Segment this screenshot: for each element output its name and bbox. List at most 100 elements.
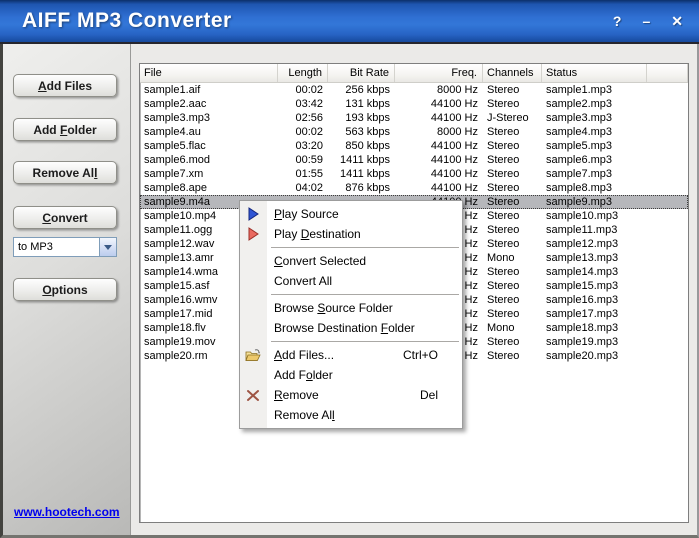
cell-file: sample7.xm <box>144 168 204 180</box>
minimize-icon[interactable]: – <box>642 14 650 28</box>
main-panel: File Length Bit Rate Freq. Channels Status sa… <box>131 44 697 535</box>
column-header-channels[interactable]: Channels <box>483 64 542 82</box>
menu-item-shortcut: Del <box>419 388 438 402</box>
cell-freq: 8000 Hz <box>437 84 478 96</box>
window-title: AIFF MP3 Converter <box>22 9 232 32</box>
menu-item-add-folder[interactable]: Add Folder <box>240 365 462 385</box>
cell-length: 01:55 <box>295 168 323 180</box>
play-destination-icon <box>245 226 261 242</box>
cell-length: 02:56 <box>295 112 323 124</box>
cell-bitrate: 850 kbps <box>345 140 390 152</box>
cell-channels: Mono <box>487 322 515 334</box>
cell-filler <box>647 321 688 335</box>
cell-channels: Stereo <box>487 308 520 320</box>
table-row[interactable]: sample8.ape 04:02 876 kbps 44100 Hz Stereo sa… <box>140 181 688 195</box>
cell-channels: Stereo <box>487 126 520 138</box>
column-header-status[interactable]: Status <box>542 64 647 82</box>
table-row[interactable]: sample2.aac 03:42 131 kbps 44100 Hz Stereo sa… <box>140 97 688 111</box>
window-controls: ? – ✕ <box>613 14 683 28</box>
cell-status: sample17.mp3 <box>546 308 619 320</box>
cell-status: sample10.mp3 <box>546 210 619 222</box>
cell-filler <box>647 195 688 209</box>
cell-channels: J-Stereo <box>487 112 529 124</box>
cell-file: sample6.mod <box>144 154 211 166</box>
menu-item-label: Play Source <box>274 207 339 221</box>
column-header-bit-rate[interactable]: Bit Rate <box>328 64 395 82</box>
cell-file: sample3.mp3 <box>144 112 211 124</box>
cell-filler <box>647 83 688 97</box>
menu-item-play-source[interactable]: Play Source <box>240 204 462 224</box>
table-row[interactable]: sample6.mod 00:59 1411 kbps 44100 Hz Stereo s… <box>140 153 688 167</box>
window-body: www.hootech.com Add Files Add Folder Remov… <box>0 44 699 538</box>
menu-item-play-destination[interactable]: Play Destination <box>240 224 462 244</box>
cell-freq: 44100 Hz <box>430 182 478 194</box>
menu-item-label: Convert All <box>274 274 333 288</box>
cell-length: 04:02 <box>295 182 323 194</box>
column-header-freq[interactable]: Freq. <box>395 64 483 82</box>
cell-freq: 44100 Hz <box>430 140 478 152</box>
cell-status: sample13.mp3 <box>546 252 619 264</box>
cell-freq: 44100 Hz <box>430 98 478 110</box>
cell-channels: Stereo <box>487 168 520 180</box>
cell-status: sample8.mp3 <box>546 182 613 194</box>
cell-length: 00:59 <box>295 154 323 166</box>
cell-status: sample20.mp3 <box>546 350 619 362</box>
menu-item-browse-destination-folder[interactable]: Browse Destination Folder <box>240 318 462 338</box>
add-files-button[interactable]: Add Files <box>13 74 117 97</box>
cell-status: sample6.mp3 <box>546 154 613 166</box>
menu-item-add-files[interactable]: Add Files... Ctrl+O <box>240 345 462 365</box>
menu-item-remove[interactable]: Remove Del <box>240 385 462 405</box>
help-icon[interactable]: ? <box>613 14 622 28</box>
cell-freq: 44100 Hz <box>430 154 478 166</box>
cell-channels: Stereo <box>487 294 520 306</box>
table-row[interactable]: sample3.mp3 02:56 193 kbps 44100 Hz J-Stereo… <box>140 111 688 125</box>
column-header-length[interactable]: Length <box>278 64 328 82</box>
cell-channels: Stereo <box>487 98 520 110</box>
cell-filler <box>647 265 688 279</box>
cell-bitrate: 876 kbps <box>345 182 390 194</box>
table-row[interactable]: sample7.xm 01:55 1411 kbps 44100 Hz Stereo sa… <box>140 167 688 181</box>
add-files-icon <box>245 347 261 363</box>
cell-channels: Stereo <box>487 266 520 278</box>
convert-button[interactable]: Convert <box>13 206 117 229</box>
cell-status: sample4.mp3 <box>546 126 613 138</box>
add-folder-button[interactable]: Add Folder <box>13 118 117 141</box>
menu-item-remove-all[interactable]: Remove All <box>240 405 462 425</box>
column-header-filler <box>647 64 688 82</box>
menu-separator <box>240 291 462 298</box>
menu-item-browse-source-folder[interactable]: Browse Source Folder <box>240 298 462 318</box>
cell-status: sample11.mp3 <box>546 224 618 236</box>
cell-channels: Stereo <box>487 224 520 236</box>
cell-length: 03:20 <box>295 140 323 152</box>
output-format-select[interactable]: to MP3 <box>13 237 117 257</box>
cell-channels: Stereo <box>487 84 520 96</box>
remove-all-button[interactable]: Remove All <box>13 161 117 184</box>
cell-filler <box>647 153 688 167</box>
table-row[interactable]: sample4.au 00:02 563 kbps 8000 Hz Stereo samp… <box>140 125 688 139</box>
table-row[interactable]: sample1.aif 00:02 256 kbps 8000 Hz Stereo sam… <box>140 83 688 97</box>
website-link[interactable]: www.hootech.com <box>14 505 120 519</box>
cell-status: sample12.mp3 <box>546 238 619 250</box>
column-header-file[interactable]: File <box>140 64 278 82</box>
cell-file: sample4.au <box>144 126 201 138</box>
cell-length: 03:42 <box>295 98 323 110</box>
cell-status: sample3.mp3 <box>546 112 613 124</box>
cell-bitrate: 563 kbps <box>345 126 390 138</box>
table-row[interactable]: sample5.flac 03:20 850 kbps 44100 Hz Stereo s… <box>140 139 688 153</box>
cell-filler <box>647 97 688 111</box>
chevron-down-icon[interactable] <box>99 238 116 256</box>
cell-filler <box>647 181 688 195</box>
cell-channels: Stereo <box>487 140 520 152</box>
cell-status: sample7.mp3 <box>546 168 613 180</box>
cell-filler <box>647 223 688 237</box>
cell-channels: Stereo <box>487 336 520 348</box>
menu-item-convert-all[interactable]: Convert All <box>240 271 462 291</box>
cell-freq: 44100 Hz <box>430 168 478 180</box>
cell-filler <box>647 125 688 139</box>
menu-item-convert-selected[interactable]: Convert Selected <box>240 251 462 271</box>
cell-status: sample19.mp3 <box>546 336 619 348</box>
file-list-header: File Length Bit Rate Freq. Channels Status <box>140 64 688 83</box>
options-button[interactable]: Options <box>13 278 117 301</box>
close-icon[interactable]: ✕ <box>671 14 683 28</box>
cell-channels: Stereo <box>487 182 520 194</box>
